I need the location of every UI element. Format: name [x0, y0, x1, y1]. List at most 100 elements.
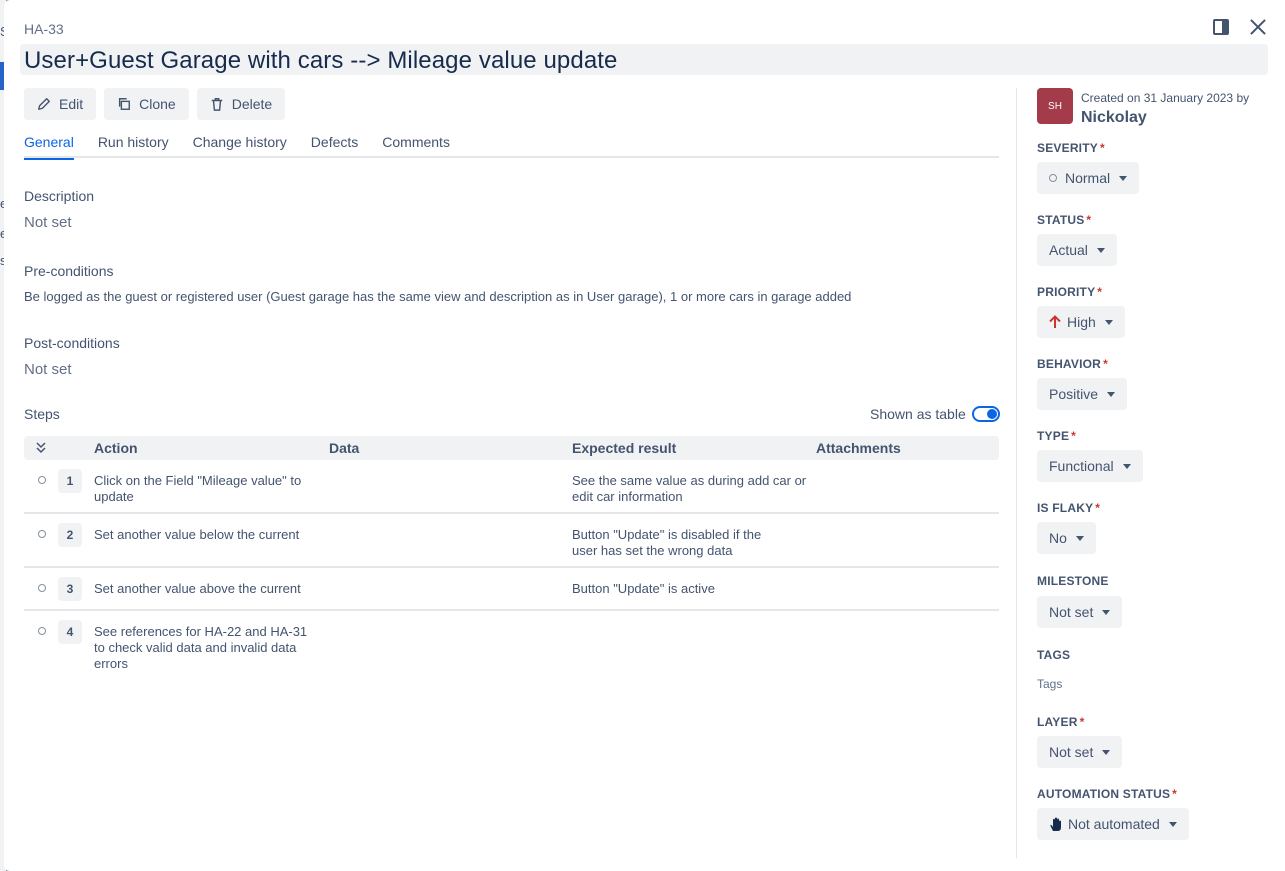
step-number: 4 [58, 620, 82, 644]
clone-button[interactable]: Clone [104, 88, 189, 120]
type-label-text: TYPE [1037, 429, 1070, 443]
description-label: Description [24, 188, 95, 204]
severity-value: Normal [1065, 170, 1111, 186]
toolbar: Edit Clone Delete [24, 88, 286, 120]
step-action: Set another value below the current [94, 527, 300, 542]
double-chevron-down-icon[interactable] [34, 440, 48, 454]
step-expected-result: Button "Update" is disabled if the user … [572, 527, 762, 558]
table-row[interactable]: 2 Set another value below the current Bu… [24, 514, 999, 568]
delete-button-label: Delete [231, 96, 273, 112]
step-handle[interactable] [38, 584, 46, 592]
clone-button-label: Clone [139, 96, 176, 112]
tab-change-history[interactable]: Change history [193, 134, 287, 158]
steps-table: Action Data Expected result Attachments … [24, 436, 999, 681]
table-row[interactable]: 1 Click on the Field "Mileage value" to … [24, 460, 999, 514]
layer-select[interactable]: Not set [1037, 736, 1123, 768]
chevron-down-icon [1122, 463, 1131, 469]
table-row[interactable]: 3 Set another value above the current Bu… [24, 568, 999, 611]
step-action: See references for HA-22 and HA-31 to ch… [94, 624, 308, 671]
circle-icon [1049, 174, 1057, 182]
automation-status-label-text: AUTOMATION STATUS [1037, 787, 1171, 801]
required-marker: * [1095, 501, 1101, 515]
chevron-down-icon [1096, 247, 1105, 253]
steps-table-header: Action Data Expected result Attachments [24, 436, 999, 460]
tab-defects[interactable]: Defects [311, 134, 358, 158]
pencil-icon [38, 98, 50, 110]
severity-select[interactable]: Normal [1037, 162, 1140, 194]
behavior-value: Positive [1049, 386, 1099, 402]
layer-label-text: LAYER [1037, 715, 1078, 729]
required-marker: * [1172, 787, 1178, 801]
chevron-down-icon [1104, 319, 1113, 325]
chevron-down-icon [1119, 175, 1128, 181]
created-info: Created on 31 January 2023 by [1081, 91, 1250, 105]
step-action: Set another value above the current [94, 581, 301, 596]
automation-status-select[interactable]: Not automated [1037, 808, 1189, 840]
column-header-data: Data [329, 440, 360, 456]
status-label: STATUS * [1037, 213, 1091, 227]
behavior-select[interactable]: Positive [1037, 378, 1128, 410]
description-value[interactable]: Not set [24, 214, 72, 231]
severity-label-text: SEVERITY [1037, 141, 1098, 155]
is-flaky-select[interactable]: No [1037, 522, 1096, 554]
tab-comments[interactable]: Comments [382, 134, 450, 158]
chevron-down-icon [1168, 821, 1177, 827]
tab-bar: General Run history Change history Defec… [24, 134, 999, 160]
preconditions-value[interactable]: Be logged as the guest or registered use… [24, 289, 994, 304]
postconditions-value[interactable]: Not set [24, 361, 72, 378]
column-header-expected: Expected result [572, 440, 677, 456]
step-number: 2 [58, 523, 82, 547]
is-flaky-label-text: IS FLAKY [1037, 501, 1094, 515]
milestone-value: Not set [1049, 604, 1094, 620]
author-name: Nickolay [1081, 109, 1147, 126]
page-title: User+Guest Garage with cars --> Mileage … [24, 47, 618, 74]
milestone-select[interactable]: Not set [1037, 596, 1123, 628]
chevron-down-icon [1102, 609, 1111, 615]
is-flaky-value: No [1049, 530, 1067, 546]
required-marker: * [1071, 429, 1077, 443]
step-number: 3 [58, 577, 82, 601]
arrow-up-icon [1049, 315, 1061, 328]
edit-button[interactable]: Edit [24, 88, 97, 120]
tags-label: TAGS [1037, 648, 1071, 662]
close-icon[interactable] [1247, 16, 1269, 38]
steps-label: Steps [24, 406, 60, 422]
trash-icon [211, 98, 222, 111]
priority-select[interactable]: High [1037, 306, 1125, 338]
is-flaky-label: IS FLAKY * [1037, 501, 1100, 515]
automation-status-value: Not automated [1068, 816, 1160, 832]
step-handle[interactable] [38, 627, 46, 635]
step-handle[interactable] [38, 476, 46, 484]
status-select[interactable]: Actual [1037, 234, 1117, 266]
hand-icon [1050, 817, 1061, 831]
step-handle[interactable] [38, 530, 46, 538]
edit-button-label: Edit [59, 96, 84, 112]
priority-label-text: PRIORITY [1037, 285, 1096, 299]
side-panel-icon[interactable] [1213, 19, 1229, 35]
title-field[interactable]: User+Guest Garage with cars --> Mileage … [20, 44, 1268, 75]
shown-as-table-control: Shown as table [870, 406, 1000, 422]
tags-input[interactable]: Tags [1037, 677, 1062, 691]
priority-label: PRIORITY * [1037, 285, 1102, 299]
table-row[interactable]: 4 See references for HA-22 and HA-31 to … [24, 611, 999, 681]
column-header-attachments: Attachments [816, 440, 901, 456]
type-select[interactable]: Functional [1037, 450, 1143, 482]
postconditions-label: Post-conditions [24, 335, 120, 351]
required-marker: * [1097, 285, 1103, 299]
tab-general[interactable]: General [24, 134, 74, 160]
priority-value: High [1067, 314, 1096, 330]
issue-key: HA-33 [24, 21, 64, 37]
type-value: Functional [1049, 458, 1114, 474]
toggle-knob [986, 409, 997, 419]
delete-button[interactable]: Delete [196, 88, 286, 120]
shown-as-table-label: Shown as table [870, 406, 966, 422]
required-marker: * [1086, 213, 1092, 227]
tab-run-history[interactable]: Run history [98, 134, 169, 158]
sidebar-divider [1016, 88, 1017, 858]
type-label: TYPE * [1037, 429, 1076, 443]
column-header-action: Action [94, 440, 138, 456]
step-action: Click on the Field "Mileage value" to up… [94, 473, 302, 504]
shown-as-table-toggle[interactable] [971, 406, 1000, 422]
step-expected-result: See the same value as during add car or … [572, 473, 807, 504]
severity-label: SEVERITY * [1037, 141, 1105, 155]
